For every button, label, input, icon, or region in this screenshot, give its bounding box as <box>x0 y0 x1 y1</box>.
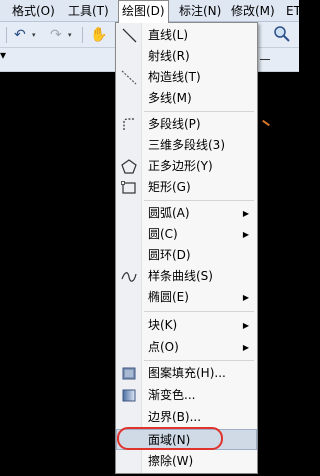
menu-item-label: 多段线(P) <box>148 117 201 131</box>
menu-item-construction-line[interactable]: 构造线(T) <box>116 67 257 88</box>
xline-icon <box>120 69 138 86</box>
submenu-arrow-icon: ▶ <box>242 293 249 302</box>
menu-item-label: 块(K) <box>148 318 178 332</box>
menu-item-label: 构造线(T) <box>148 70 201 84</box>
menu-item-label: 点(O) <box>148 340 179 354</box>
submenu-arrow-icon: ▶ <box>242 343 249 352</box>
submenu-arrow-icon: ▶ <box>242 209 249 218</box>
menu-divider <box>144 200 254 201</box>
highlight-circle-annotation <box>117 427 223 450</box>
menu-item-label: 渐变色... <box>148 388 196 402</box>
line-swatch <box>260 59 270 60</box>
menu-item-circle[interactable]: 圆(C) ▶ <box>116 224 257 245</box>
menu-item-arc[interactable]: 圆弧(A) ▶ <box>116 203 257 224</box>
gradient-icon <box>120 387 138 404</box>
polygon-icon <box>120 158 138 175</box>
menu-item-polyline[interactable]: 多段线(P) <box>116 114 257 135</box>
menu-draw[interactable]: 绘图(D) <box>118 0 169 23</box>
menu-divider <box>144 111 254 112</box>
menu-item-label: 擦除(W) <box>148 454 194 468</box>
menu-item-label: 正多边形(Y) <box>148 159 213 173</box>
zoom-icon[interactable] <box>273 25 291 43</box>
rectangle-icon <box>120 179 138 196</box>
menu-item-polygon[interactable]: 正多边形(Y) <box>116 156 257 177</box>
menu-tools[interactable]: 工具(T) <box>68 0 109 22</box>
menu-item-label: 圆环(D) <box>148 248 191 262</box>
menu-item-3d-polyline[interactable]: 三维多段线(3) <box>116 135 257 156</box>
undo-dropdown-icon[interactable]: ▾ <box>32 31 36 39</box>
menu-item-label: 矩形(G) <box>148 180 191 194</box>
redo-dropdown-icon[interactable]: ▾ <box>68 31 72 39</box>
menu-item-rectangle[interactable]: 矩形(G) <box>116 177 257 198</box>
menu-item-label: 直线(L) <box>148 28 189 42</box>
menu-item-label: 椭圆(E) <box>148 290 189 304</box>
menu-divider <box>144 311 254 312</box>
line-icon <box>120 27 138 44</box>
spline-icon <box>120 268 138 285</box>
menu-item-label: 圆弧(A) <box>148 206 190 220</box>
polyline-icon <box>120 116 138 133</box>
menu-item-spline[interactable]: 样条曲线(S) <box>116 266 257 287</box>
menu-dimension[interactable]: 标注(N) <box>179 0 221 22</box>
pan-icon[interactable]: ✋ <box>90 26 107 44</box>
menu-et[interactable]: ET <box>286 0 301 22</box>
menu-item-label: 三维多段线(3) <box>148 138 225 152</box>
menu-item-point[interactable]: 点(O) ▶ <box>116 337 257 358</box>
toolbar-separator <box>6 27 7 43</box>
menu-format[interactable]: 格式(O) <box>12 0 55 22</box>
submenu-arrow-icon: ▶ <box>242 230 249 239</box>
undo-icon[interactable]: ↶ <box>14 26 26 44</box>
menu-item-gradient[interactable]: 渐变色... <box>116 385 257 406</box>
menu-item-ellipse[interactable]: 椭圆(E) ▶ <box>116 287 257 308</box>
menu-item-label: 图案填充(H)... <box>148 366 226 380</box>
menu-item-wipeout[interactable]: 擦除(W) <box>116 451 257 472</box>
menu-divider <box>144 360 254 361</box>
menu-bar: 格式(O) 工具(T) 绘图(D) 标注(N) 修改(M) ET <box>0 0 301 23</box>
properties-dropdown-icon[interactable]: ▾ <box>0 48 6 62</box>
menu-item-label: 射线(R) <box>148 49 190 63</box>
menu-item-hatch[interactable]: 图案填充(H)... <box>116 363 257 384</box>
menu-item-donut[interactable]: 圆环(D) <box>116 245 257 266</box>
menu-item-multiline[interactable]: 多线(M) <box>116 88 257 109</box>
menu-item-boundary[interactable]: 边界(B)... <box>116 407 257 428</box>
submenu-arrow-icon: ▶ <box>242 321 249 330</box>
menu-item-label: 样条曲线(S) <box>148 269 213 283</box>
redo-icon[interactable]: ↷ <box>50 26 62 44</box>
menu-item-block[interactable]: 块(K) ▶ <box>116 315 257 336</box>
menu-item-label: 多线(M) <box>148 91 192 105</box>
toolbar-separator <box>82 27 83 43</box>
menu-modify[interactable]: 修改(M) <box>231 0 275 22</box>
menu-item-label: 圆(C) <box>148 227 178 241</box>
hatch-icon <box>120 365 138 382</box>
menu-item-line[interactable]: 直线(L) <box>116 25 257 46</box>
menu-item-label: 边界(B)... <box>148 410 202 424</box>
menu-item-ray[interactable]: 射线(R) <box>116 46 257 67</box>
draw-menu: 直线(L) 射线(R) 构造线(T) 多线(M) 多段线(P) 三维多段线(3)… <box>115 22 258 474</box>
